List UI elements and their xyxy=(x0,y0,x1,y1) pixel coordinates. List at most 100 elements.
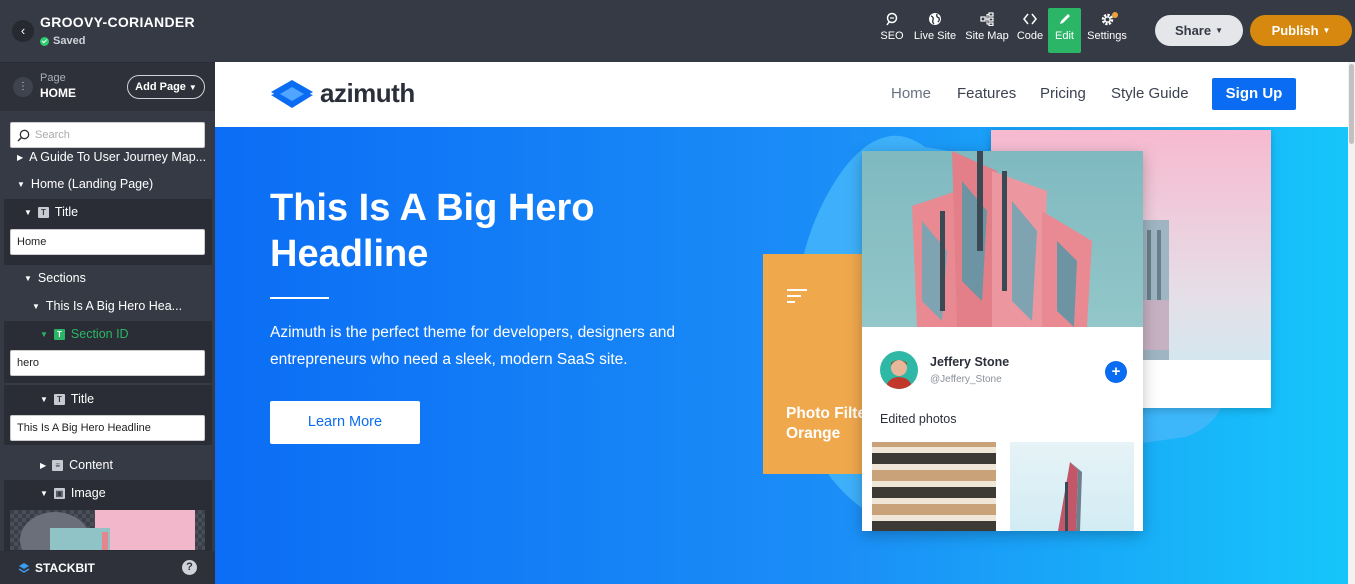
project-name: GROOVY-CORIANDER xyxy=(40,14,195,30)
check-circle-icon xyxy=(40,36,49,46)
seo-button[interactable]: SEO xyxy=(877,8,907,54)
menu-lines-icon xyxy=(787,289,807,303)
building-photo-2 xyxy=(1010,442,1134,531)
globe-icon xyxy=(928,8,942,30)
nav-link-home[interactable]: Home xyxy=(891,85,931,102)
save-status-label: Saved xyxy=(53,35,86,47)
settings-label: Settings xyxy=(1087,30,1127,42)
publish-button[interactable]: Publish ▼ xyxy=(1250,15,1352,46)
search-field[interactable] xyxy=(10,122,205,148)
preview-scrollbar[interactable] xyxy=(1348,62,1355,584)
avatar xyxy=(880,351,918,389)
caret-right-icon: ▶ xyxy=(17,152,24,162)
chevron-down-icon: ▼ xyxy=(1215,26,1224,35)
site-map-button[interactable]: Site Map xyxy=(962,8,1012,54)
search-icon xyxy=(17,129,30,142)
text-type-icon: T xyxy=(53,393,65,405)
code-brackets-icon xyxy=(1023,8,1037,30)
section-id-input[interactable]: hero xyxy=(10,350,205,376)
field-label: Content xyxy=(69,458,113,472)
follow-plus-button[interactable]: + xyxy=(1105,361,1127,383)
save-status: Saved xyxy=(40,35,85,47)
tree-item-hero-title[interactable]: ▼ T Title xyxy=(40,390,215,408)
hero-title-input[interactable]: This Is A Big Hero Headline xyxy=(10,415,205,441)
edited-photos-label: Edited photos xyxy=(880,412,957,426)
nav-link-features[interactable]: Features xyxy=(957,85,1016,102)
text-type-icon: T xyxy=(53,328,65,340)
hero-description: Azimuth is the perfect theme for develop… xyxy=(270,324,675,368)
caret-right-icon: ▶ xyxy=(40,460,47,470)
site-preview: azimuth Home Features Pricing Style Guid… xyxy=(215,62,1355,584)
caret-down-icon: ▼ xyxy=(40,329,48,339)
nav-link-style-guide[interactable]: Style Guide xyxy=(1111,85,1189,102)
share-button[interactable]: Share ▼ xyxy=(1155,15,1243,46)
page-selector: ⋮ Page HOME Add Page ▼ xyxy=(0,63,215,111)
profile-name: Jeffery Stone xyxy=(930,355,1010,369)
profile-card: Jeffery Stone @Jeffery_Stone + Edited ph… xyxy=(862,151,1143,531)
notification-dot xyxy=(1112,12,1118,18)
caret-down-icon: ▼ xyxy=(24,273,32,283)
tree-item-guide[interactable]: ▶ A Guide To User Journey Map... xyxy=(17,148,215,166)
tree-item-home[interactable]: ▼ Home (Landing Page) xyxy=(17,175,215,193)
settings-button[interactable]: Settings xyxy=(1083,8,1131,54)
hero-section: This Is A Big Hero Headline Azimuth is t… xyxy=(215,127,1348,584)
live-site-button[interactable]: Live Site xyxy=(910,8,960,54)
tree-item-content[interactable]: ▶ ≡ Content xyxy=(40,456,215,474)
field-label: Title xyxy=(54,205,79,219)
back-arrow-icon[interactable]: ‹ xyxy=(12,20,34,42)
site-logo[interactable]: azimuth xyxy=(270,78,415,109)
learn-more-button[interactable]: Learn More xyxy=(270,401,420,444)
help-icon[interactable]: ? xyxy=(182,560,197,575)
stackbit-logo-icon xyxy=(18,563,30,573)
edit-label: Edit xyxy=(1055,30,1074,42)
footer-brand: STACKBIT xyxy=(35,561,95,575)
code-label: Code xyxy=(1016,30,1044,42)
filter-card-line1: Photo Filte xyxy=(786,405,867,422)
field-label: Title xyxy=(70,392,95,406)
tree-item-image[interactable]: ▼ ▣ Image xyxy=(40,484,215,502)
filter-card: Photo Filte Orange xyxy=(763,254,867,474)
sign-up-button[interactable]: Sign Up xyxy=(1212,78,1296,110)
caret-down-icon: ▼ xyxy=(32,301,40,311)
image-type-icon: ▣ xyxy=(53,487,65,499)
markdown-type-icon: ≡ xyxy=(52,459,64,471)
nav-link-pricing[interactable]: Pricing xyxy=(1040,85,1086,102)
field-label: Section ID xyxy=(70,327,129,341)
tree-item-hero-section[interactable]: ▼ This Is A Big Hero Hea... xyxy=(32,297,215,315)
search-chat-icon xyxy=(885,8,899,30)
site-header: azimuth Home Features Pricing Style Guid… xyxy=(215,62,1348,127)
image-thumbnail[interactable] xyxy=(10,510,205,550)
sidebar-footer: STACKBIT ? xyxy=(0,551,215,584)
text-type-icon: T xyxy=(37,206,49,218)
pencil-icon xyxy=(1058,8,1072,30)
tree-item-title[interactable]: ▼ T Title xyxy=(24,203,215,221)
code-button[interactable]: Code xyxy=(1014,8,1046,54)
sitemap-icon[interactable]: ⋮ xyxy=(13,77,33,97)
building-photo-1 xyxy=(872,442,996,531)
azimuth-logo-icon xyxy=(271,79,313,108)
architecture-photo xyxy=(862,151,1143,327)
tree-item-sections[interactable]: ▼ Sections xyxy=(24,269,215,287)
caret-down-icon: ▼ xyxy=(17,179,25,189)
filter-card-title: Photo Filte Orange xyxy=(786,404,866,444)
share-label: Share xyxy=(1174,23,1212,38)
chevron-down-icon: ▼ xyxy=(188,82,197,92)
filter-card-line2: Orange xyxy=(786,425,841,442)
tree-item-section-id[interactable]: ▼ T Section ID xyxy=(40,325,215,343)
tree-item-label: This Is A Big Hero Hea... xyxy=(45,299,183,313)
seo-label: SEO xyxy=(880,30,904,42)
edit-button[interactable]: Edit xyxy=(1048,8,1081,53)
tree-item-label: Home (Landing Page) xyxy=(30,177,154,191)
scrollbar-thumb[interactable] xyxy=(1349,64,1354,144)
current-page-name[interactable]: HOME xyxy=(40,86,76,100)
tree-item-label: Sections xyxy=(37,271,86,285)
hero-headline: This Is A Big Hero Headline xyxy=(270,187,595,275)
hero-divider xyxy=(270,297,329,299)
field-label: Image xyxy=(70,486,106,500)
publish-label: Publish xyxy=(1271,23,1319,38)
add-page-button[interactable]: Add Page ▼ xyxy=(127,75,205,99)
caret-down-icon: ▼ xyxy=(24,207,32,217)
title-input[interactable]: Home xyxy=(10,229,205,255)
chevron-down-icon: ▼ xyxy=(1322,26,1331,35)
search-input[interactable] xyxy=(35,129,195,141)
